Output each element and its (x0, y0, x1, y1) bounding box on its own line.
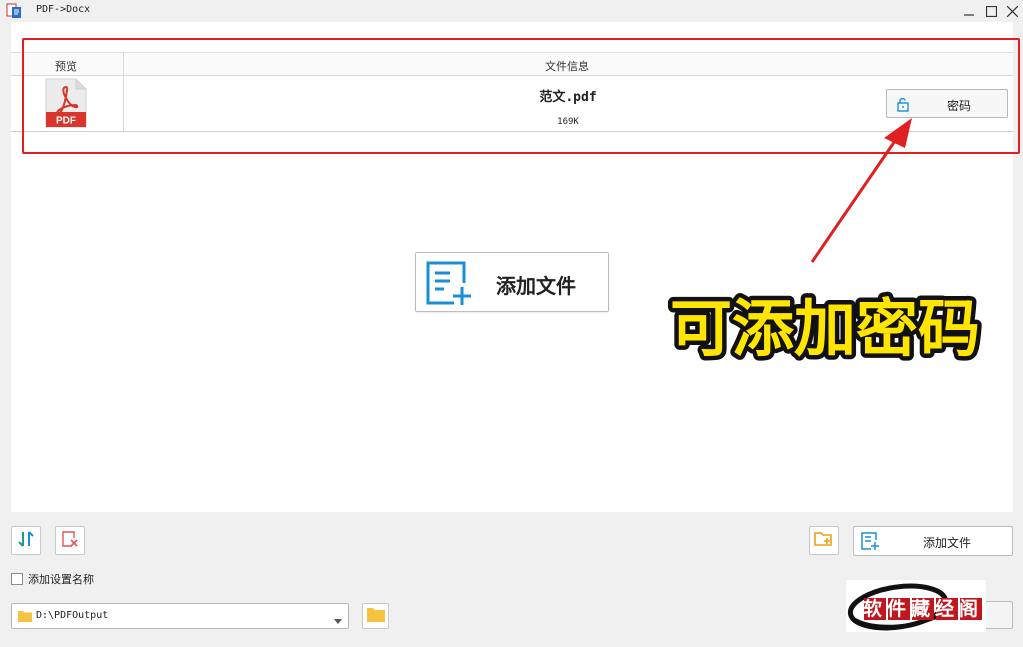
close-button[interactable] (1001, 0, 1023, 22)
add-name-checkbox[interactable] (11, 573, 23, 585)
add-file-center-button[interactable]: 添加文件 (415, 252, 609, 312)
caption-annotation: 可添加密码 (665, 288, 984, 370)
maximize-button[interactable] (980, 0, 1002, 22)
minimize-button[interactable] (958, 0, 980, 22)
title-bar: PDF->Docx (0, 0, 1023, 22)
add-folder-icon (814, 530, 834, 551)
add-name-label: 添加设置名称 (28, 573, 94, 586)
caption-text: 可添加密码 (670, 292, 980, 365)
sort-button[interactable] (11, 526, 41, 555)
window-title: PDF->Docx (36, 4, 91, 15)
chevron-down-icon (334, 613, 342, 627)
folder-icon (18, 610, 32, 625)
highlight-box (22, 38, 1020, 154)
watermark-logo: 软件藏经阁 (846, 580, 986, 632)
add-folder-button[interactable] (809, 526, 839, 555)
remove-file-icon (61, 530, 79, 551)
output-path-value: D:\PDFOutput (36, 610, 109, 621)
browse-folder-button[interactable] (362, 603, 389, 629)
add-file-button-label: 添加文件 (922, 536, 971, 550)
watermark-text: 软件藏经阁 (863, 597, 983, 620)
add-name-option[interactable]: 添加设置名称 (11, 572, 94, 586)
output-path-select[interactable]: D:\PDFOutput (11, 603, 349, 629)
add-file-icon (426, 261, 474, 310)
sort-icon (17, 530, 35, 551)
add-file-button[interactable]: 添加文件 (853, 526, 1013, 556)
remove-file-button[interactable] (55, 526, 85, 555)
app-icon (6, 3, 22, 19)
folder-open-icon (366, 607, 385, 625)
add-file-center-label: 添加文件 (496, 274, 576, 298)
